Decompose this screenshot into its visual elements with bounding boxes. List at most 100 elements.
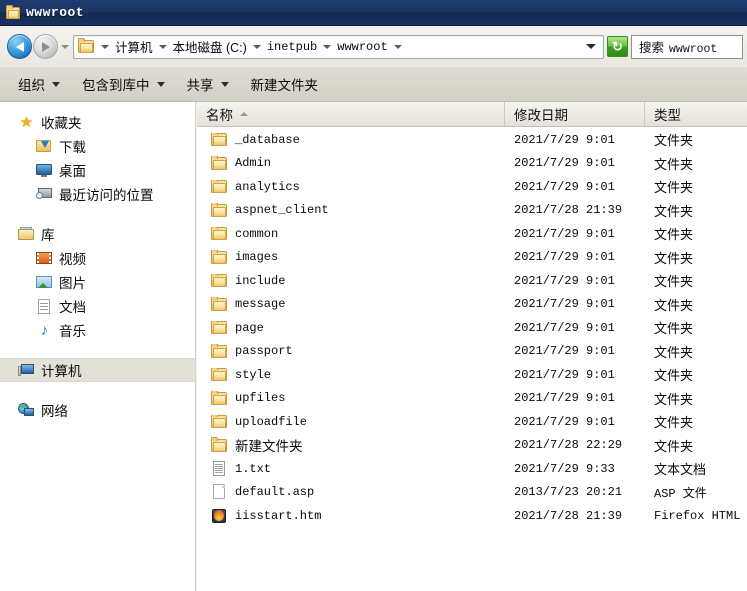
search-placeholder-label: 搜索 (639, 41, 665, 55)
file-date-cell: 2021/7/28 22:29 (514, 438, 623, 453)
back-arrow-icon (15, 41, 24, 52)
new-folder-button[interactable]: 新建文件夹 (251, 74, 319, 94)
breadcrumb-separator-2-icon[interactable] (252, 45, 261, 49)
breadcrumb-separator-0-icon[interactable] (101, 45, 109, 49)
table-row[interactable]: _database 2021/7/29 9:01 文件夹 (197, 128, 747, 152)
breadcrumb-separator-3-icon[interactable] (323, 45, 332, 49)
file-name-cell[interactable]: 新建文件夹 (197, 435, 505, 455)
sidebar-item-favorites[interactable]: ★ 收藏夹 (0, 110, 195, 134)
breadcrumb-item-2[interactable]: inetpub (266, 40, 318, 54)
file-name-cell[interactable]: passport (197, 344, 505, 358)
sidebar-item-documents[interactable]: 文档 (0, 294, 195, 318)
sidebar-item-computer[interactable]: 计算机 (0, 358, 195, 382)
share-button[interactable]: 共享 (187, 74, 229, 94)
file-name-cell[interactable]: style (197, 367, 505, 382)
breadcrumb-bar[interactable]: 计算机 本地磁盘 (C:) inetpub wwwroot (73, 34, 604, 59)
table-row[interactable]: include 2021/7/29 9:01 文件夹 (197, 269, 747, 293)
file-type-cell: 文件夹 (654, 156, 694, 172)
sidebar-item-network[interactable]: 网络 (0, 398, 195, 422)
file-list-pane: 名称 修改日期 类型 _database 2021/7/29 9:01 文件夹 Adm… (197, 102, 747, 591)
column-header-type[interactable]: 类型 (645, 102, 747, 126)
search-input[interactable]: 搜索 wwwroot (631, 34, 743, 59)
explorer-body: ★ 收藏夹 下载 桌面 最近访问的位置 库 视频 图片 文档 ♪ 音乐 计算机 … (0, 102, 747, 591)
table-row[interactable]: iisstart.htm 2021/7/28 21:39 Firefox HTML (197, 504, 747, 528)
address-chevron-down-icon[interactable] (586, 44, 596, 49)
navigation-pane: ★ 收藏夹 下载 桌面 最近访问的位置 库 视频 图片 文档 ♪ 音乐 计算机 … (0, 102, 196, 591)
file-name-cell[interactable]: uploadfile (197, 414, 505, 429)
table-row[interactable]: 1.txt 2021/7/29 9:33 文本文档 (197, 457, 747, 481)
file-name-label: Admin (235, 156, 272, 171)
file-name-label: images (235, 250, 279, 265)
search-placeholder-target: wwwroot (669, 43, 718, 56)
sidebar-item-label: 库 (41, 228, 55, 243)
table-row[interactable]: analytics 2021/7/29 9:01 文件夹 (197, 175, 747, 199)
folder-icon (211, 273, 227, 288)
file-date-cell: 2021/7/29 9:01 (514, 297, 615, 312)
breadcrumb-separator-1-icon[interactable] (158, 45, 167, 49)
file-type-cell: 文件夹 (654, 133, 694, 149)
table-row[interactable]: 新建文件夹 2021/7/28 22:29 文件夹 (197, 434, 747, 458)
forward-button[interactable] (33, 34, 58, 59)
breadcrumb-separator-4-icon[interactable] (393, 45, 402, 49)
table-row[interactable]: uploadfile 2021/7/29 9:01 文件夹 (197, 410, 747, 434)
table-row[interactable]: images 2021/7/29 9:01 文件夹 (197, 246, 747, 270)
title-bar: wwwroot (0, 0, 747, 26)
table-row[interactable]: style 2021/7/29 9:01 文件夹 (197, 363, 747, 387)
breadcrumb-item-3[interactable]: wwwroot (336, 40, 388, 54)
file-name-cell[interactable]: upfiles (197, 391, 505, 405)
column-header-date-modified[interactable]: 修改日期 (505, 102, 645, 126)
breadcrumb-item-0[interactable]: 计算机 (114, 37, 154, 56)
table-row[interactable]: message 2021/7/29 9:01 文件夹 (197, 293, 747, 317)
file-name-cell[interactable]: common (197, 226, 505, 241)
file-name-cell[interactable]: iisstart.htm (197, 508, 505, 524)
include-in-library-label: 包含到库中 (82, 78, 150, 93)
file-type-cell: ASP 文件 (654, 486, 707, 501)
back-button[interactable] (7, 34, 32, 59)
sidebar-item-desktop[interactable]: 桌面 (0, 158, 195, 182)
file-name-cell[interactable]: analytics (197, 179, 505, 194)
window-title: wwwroot (26, 5, 85, 20)
sidebar-item-music[interactable]: ♪ 音乐 (0, 318, 195, 342)
table-row[interactable]: default.asp 2013/7/23 20:21 ASP 文件 (197, 481, 747, 505)
text-file-icon (211, 460, 227, 477)
table-row[interactable]: Admin 2021/7/29 9:01 文件夹 (197, 152, 747, 176)
file-name-label: upfiles (235, 391, 286, 406)
file-name-cell[interactable]: images (197, 250, 505, 264)
table-row[interactable]: passport 2021/7/29 9:01 文件夹 (197, 340, 747, 364)
sidebar-item-label: 桌面 (59, 164, 86, 179)
file-name-cell[interactable]: page (197, 320, 505, 335)
file-type-cell: 文件夹 (654, 391, 694, 407)
sidebar-item-videos[interactable]: 视频 (0, 246, 195, 270)
file-name-cell[interactable]: include (197, 273, 505, 288)
sidebar-item-downloads[interactable]: 下载 (0, 134, 195, 158)
video-icon (36, 251, 53, 266)
table-row[interactable]: common 2021/7/29 9:01 文件夹 (197, 222, 747, 246)
file-date-cell: 2013/7/23 20:21 (514, 485, 623, 500)
breadcrumb-item-1[interactable]: 本地磁盘 (C:) (172, 37, 248, 56)
recent-pages-chevron-down-icon[interactable] (61, 44, 69, 49)
file-name-cell[interactable]: message (197, 297, 505, 311)
organize-button[interactable]: 组织 (18, 74, 60, 94)
table-row[interactable]: aspnet_client 2021/7/28 21:39 文件夹 (197, 199, 747, 223)
file-name-label: style (235, 367, 272, 382)
sidebar-item-recent-places[interactable]: 最近访问的位置 (0, 182, 195, 206)
sidebar-item-libraries[interactable]: 库 (0, 222, 195, 246)
file-name-cell[interactable]: aspnet_client (197, 203, 505, 217)
sidebar-item-pictures[interactable]: 图片 (0, 270, 195, 294)
file-name-cell[interactable]: _database (197, 132, 505, 147)
file-date-cell: 2021/7/29 9:33 (514, 461, 615, 476)
table-row[interactable]: upfiles 2021/7/29 9:01 文件夹 (197, 387, 747, 411)
file-name-cell[interactable]: Admin (197, 156, 505, 170)
file-name-cell[interactable]: default.asp (197, 484, 505, 500)
file-name-cell[interactable]: 1.txt (197, 460, 505, 477)
refresh-button[interactable]: ↻ (607, 36, 628, 57)
column-header-name[interactable]: 名称 (197, 102, 505, 126)
file-date-cell: 2021/7/29 9:01 (514, 179, 615, 194)
pictures-icon (36, 275, 53, 290)
include-in-library-button[interactable]: 包含到库中 (82, 74, 165, 94)
table-row[interactable]: page 2021/7/29 9:01 文件夹 (197, 316, 747, 340)
nav-group-favorites: ★ 收藏夹 下载 桌面 最近访问的位置 (0, 102, 195, 206)
